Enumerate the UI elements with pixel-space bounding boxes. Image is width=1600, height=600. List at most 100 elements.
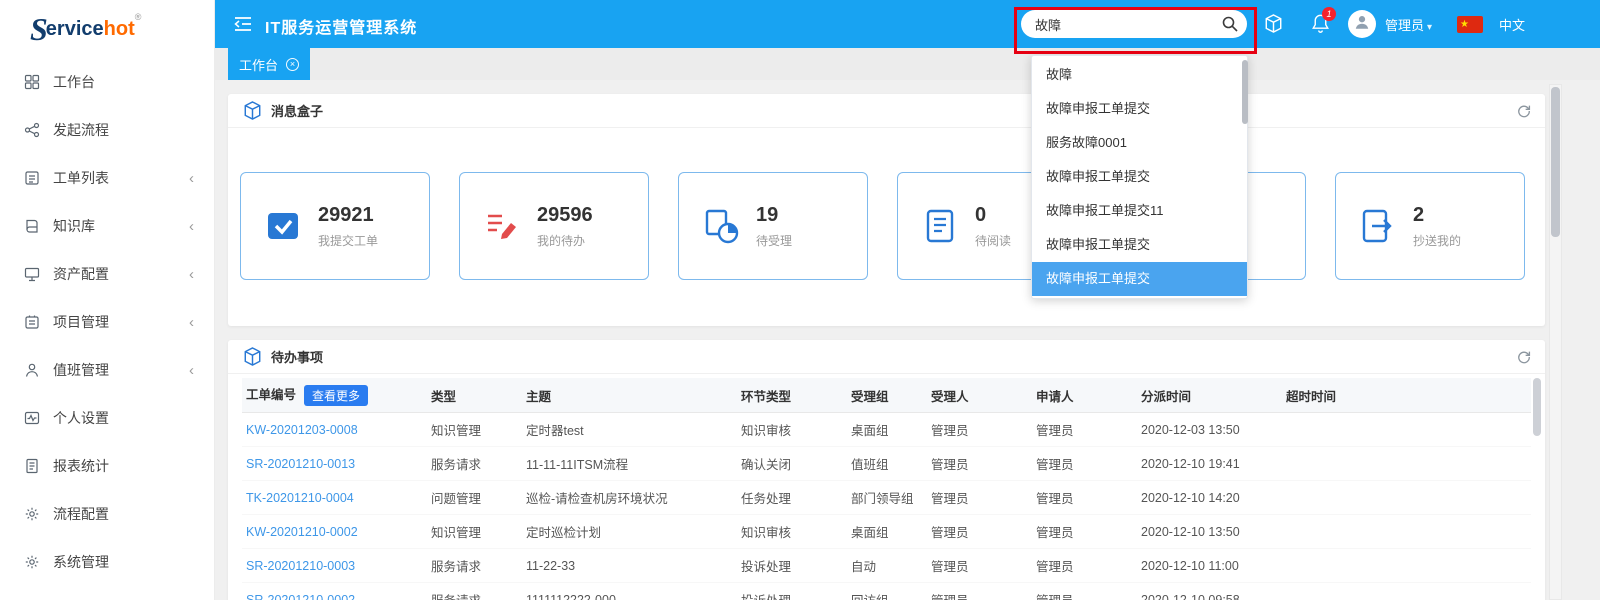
sidebar-item-order-list[interactable]: 工单列表‹ [0, 154, 214, 202]
page-scrollbar[interactable] [1549, 84, 1562, 600]
sidebar-item-knowledge[interactable]: 知识库‹ [0, 202, 214, 250]
cell [1282, 583, 1531, 600]
workbench-icon [24, 73, 42, 91]
sidebar-item-personal[interactable]: 个人设置 [0, 394, 214, 442]
cell: 自动 [847, 549, 927, 583]
table-scrollbar[interactable] [1533, 378, 1541, 598]
search-suggestion[interactable]: 故障申报工单提交11 [1032, 194, 1247, 228]
sidebar-collapse-icon[interactable] [233, 16, 253, 37]
cell: 管理员 [927, 583, 1032, 600]
search-suggestion[interactable]: 故障申报工单提交 [1032, 92, 1247, 126]
avatar[interactable] [1348, 10, 1376, 38]
caret-down-icon: ▾ [1427, 22, 1432, 33]
report-icon [24, 457, 42, 475]
cell: 桌面组 [847, 515, 927, 549]
cell-order-id: KW-20201203-0008 [242, 413, 427, 447]
chevron-icon: ‹ [189, 267, 194, 282]
project-icon [24, 313, 42, 331]
cell: 管理员 [927, 549, 1032, 583]
sidebar-item-label: 个人设置 [53, 408, 109, 428]
refresh-icon[interactable] [1517, 350, 1531, 364]
column-header: 申请人 [1032, 378, 1137, 413]
sidebar-item-project[interactable]: 项目管理‹ [0, 298, 214, 346]
tab-label: 工作台 [239, 55, 278, 74]
cell [1282, 413, 1531, 447]
notifications-bell[interactable]: 1 [1311, 13, 1330, 39]
cell: 管理员 [927, 481, 1032, 515]
sidebar-item-flow-config[interactable]: 流程配置 [0, 490, 214, 538]
card-todo-icon [482, 206, 522, 246]
stat-label: 抄送我的 [1413, 232, 1461, 249]
search-suggestion[interactable]: 故障申报工单提交 [1032, 262, 1247, 296]
page-scrollbar-thumb[interactable] [1551, 87, 1560, 237]
table-row: KW-20201210-0002知识管理定时巡检计划知识审核桌面组管理员管理员2… [242, 515, 1531, 549]
message-box-header: 消息盒子 [228, 94, 1545, 128]
sidebar-item-label: 系统管理 [53, 552, 109, 572]
cell: 定时器test [522, 413, 737, 447]
stat-card-my-todo[interactable]: 29596我的待办 [459, 172, 649, 280]
dropdown-scrollbar-thumb[interactable] [1242, 60, 1248, 124]
apps-cube-icon[interactable] [1263, 13, 1284, 39]
sidebar-item-start-process[interactable]: 发起流程 [0, 106, 214, 154]
search-suggestion[interactable]: 服务故障0001 [1032, 126, 1247, 160]
order-id-link[interactable]: SR-20201210-0002 [246, 593, 355, 600]
cell [1282, 515, 1531, 549]
cell-order-id: SR-20201210-0002 [242, 583, 427, 600]
stat-card-cc-me[interactable]: 2 抄送我的 [1335, 172, 1525, 280]
sidebar-item-system[interactable]: 系统管理 [0, 538, 214, 586]
sidebar-item-workbench[interactable]: 工作台 [0, 58, 214, 106]
order-id-link[interactable]: SR-20201210-0013 [246, 457, 355, 471]
cell: 桌面组 [847, 413, 927, 447]
cell: 管理员 [927, 447, 1032, 481]
asset-icon [24, 265, 42, 283]
order-id-link[interactable]: KW-20201203-0008 [246, 423, 358, 437]
search-icon[interactable] [1221, 15, 1238, 37]
search-suggestion[interactable]: 故障申报工单提交 [1032, 160, 1247, 194]
sidebar-item-report[interactable]: 报表统计 [0, 442, 214, 490]
table-scrollbar-thumb[interactable] [1533, 378, 1541, 436]
cell: 管理员 [1032, 583, 1137, 600]
app-root: Servicehot® 工作台发起流程工单列表‹知识库‹资产配置‹项目管理‹值班… [0, 0, 1600, 600]
stat-card-pending-accept[interactable]: 19 待受理 [678, 172, 868, 280]
cell [1282, 481, 1531, 515]
stat-value: 19 [756, 204, 792, 227]
column-header: 类型 [427, 378, 522, 413]
todo-table: 工单编号查看更多类型主题环节类型受理组受理人申请人分派时间超时时间 KW-202… [242, 378, 1531, 600]
cell: 服务请求 [427, 583, 522, 600]
sidebar-item-duty[interactable]: 值班管理‹ [0, 346, 214, 394]
cell: 确认关闭 [737, 447, 847, 481]
cell-order-id: SR-20201210-0013 [242, 447, 427, 481]
cell: 知识审核 [737, 413, 847, 447]
sidebar-item-asset[interactable]: 资产配置‹ [0, 250, 214, 298]
card-accept-icon [701, 206, 741, 246]
tab-close-icon[interactable]: × [286, 58, 299, 71]
search-suggestion[interactable]: 故障申报工单提交 [1032, 228, 1247, 262]
cell: 2020-12-10 09:58 [1137, 583, 1282, 600]
cell: 知识管理 [427, 413, 522, 447]
language-label[interactable]: 中文 [1499, 15, 1525, 34]
refresh-icon[interactable] [1517, 104, 1531, 118]
cell: 投诉处理 [737, 583, 847, 600]
user-menu[interactable]: 管理员▾ [1385, 15, 1432, 34]
order-id-link[interactable]: TK-20201210-0004 [246, 491, 354, 505]
sidebar-item-label: 值班管理 [53, 360, 109, 380]
view-more-button[interactable]: 查看更多 [304, 385, 368, 406]
cell: 2020-12-10 14:20 [1137, 481, 1282, 515]
order-id-link[interactable]: SR-20201210-0003 [246, 559, 355, 573]
column-header: 受理组 [847, 378, 927, 413]
cell: 2020-12-10 13:50 [1137, 515, 1282, 549]
knowledge-icon [24, 217, 42, 235]
cell: 巡检-请检查机房环境状况 [522, 481, 737, 515]
cell: 11-11-11ITSM流程 [522, 447, 737, 481]
search-suggestion[interactable]: 故障 [1032, 58, 1247, 92]
search-input[interactable] [1021, 10, 1247, 38]
stat-label: 待受理 [756, 232, 792, 249]
china-flag-icon[interactable]: ★ [1457, 16, 1483, 33]
order-id-link[interactable]: KW-20201210-0002 [246, 525, 358, 539]
sidebar: Servicehot® 工作台发起流程工单列表‹知识库‹资产配置‹项目管理‹值班… [0, 0, 215, 600]
tab-workbench[interactable]: 工作台 × [228, 48, 310, 80]
stat-card-submitted[interactable]: 29921我提交工单 [240, 172, 430, 280]
stat-value: 2 [1413, 204, 1461, 227]
todo-panel: 待办事项 工单编号查看更多类型主题环节类型受理组受理人申请人分派时间超时时间 K… [228, 340, 1545, 600]
sidebar-menu: 工作台发起流程工单列表‹知识库‹资产配置‹项目管理‹值班管理‹个人设置报表统计流… [0, 58, 214, 586]
